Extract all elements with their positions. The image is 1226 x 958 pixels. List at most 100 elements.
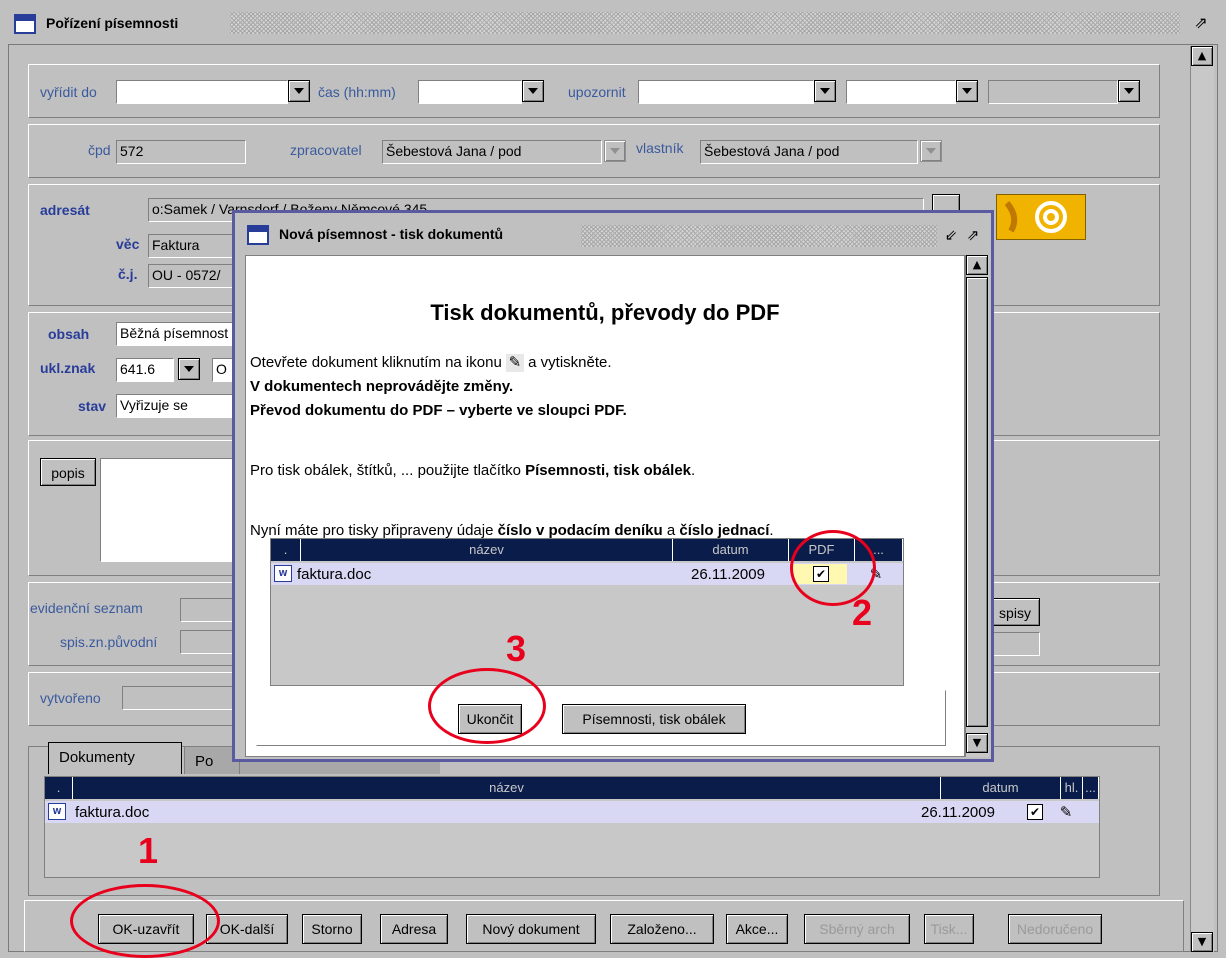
dialog-scrollbar[interactable]: ▲ ▼ — [965, 255, 989, 757]
instruction-line5-e: . — [769, 522, 774, 539]
restore-icon[interactable]: ⇙ — [941, 225, 961, 245]
table-row[interactable]: W faktura.doc 26.11.2009 ✔ ✎ — [45, 801, 1099, 823]
vyridit-dropdown[interactable] — [288, 80, 310, 102]
annotation-number-3: 3 — [506, 628, 527, 669]
stav-label: stav — [78, 398, 107, 414]
vlastnik-dropdown[interactable] — [920, 140, 942, 162]
obsah-label: obsah — [48, 326, 90, 342]
edit-pencil-icon: ✎ — [505, 354, 524, 373]
instruction-line4: Pro tisk obálek, štítků, ... použijte tl… — [250, 462, 695, 479]
popis-button[interactable]: popis — [40, 458, 96, 486]
window-title-bar: Pořízení písemnosti ⇗ — [0, 0, 1226, 46]
ukl-field[interactable]: 641.6 — [116, 358, 174, 382]
dialog-scroll-down-button[interactable]: ▼ — [966, 733, 988, 753]
spisy-button[interactable]: spisy — [990, 598, 1040, 626]
word-doc-icon[interactable]: W — [274, 565, 292, 582]
annotation-circle-1 — [70, 884, 220, 958]
evid-seznam-field — [180, 598, 240, 622]
instruction-line5-d: číslo jednací — [679, 522, 770, 539]
cj-label: č.j. — [118, 266, 138, 282]
spis-field — [180, 630, 240, 654]
upozornit-input[interactable] — [638, 80, 814, 104]
vyridit-label: vyřídit do — [40, 84, 97, 100]
extra-dropdown-1[interactable] — [956, 80, 978, 102]
stav-field[interactable]: Vyřizuje se — [116, 394, 238, 418]
dlg-doc-name: faktura.doc — [297, 566, 372, 583]
tab-dokumenty[interactable]: Dokumenty — [48, 742, 182, 774]
zalozeno-button[interactable]: Založeno... — [610, 914, 714, 944]
maximize-icon[interactable]: ⇗ — [1190, 13, 1212, 33]
print-documents-dialog: Nová písemnost - tisk dokumentů ⇙ ⇗ Tisk… — [232, 210, 994, 762]
dlg-doc-date: 26.11.2009 — [691, 566, 765, 583]
pisemnosti-tisk-obalek-button[interactable]: Písemnosti, tisk obálek — [562, 704, 746, 734]
akce-button[interactable]: Akce... — [726, 914, 788, 944]
vlastnik-label: vlastník — [636, 140, 684, 156]
instruction-line3: Převod dokumentu do PDF – vyberte ve slo… — [250, 402, 627, 419]
instruction-line4-c: . — [691, 462, 696, 479]
main-scrollbar[interactable]: ▲ ▼ — [1190, 46, 1214, 952]
novy-dokument-button[interactable]: Nový dokument — [466, 914, 596, 944]
maximize-icon[interactable]: ⇗ — [963, 225, 983, 245]
nedoruceno-button[interactable]: Nedoručeno — [1008, 914, 1102, 944]
annotation-number-2: 2 — [852, 592, 873, 633]
storno-button[interactable]: Storno — [302, 914, 362, 944]
dlg-col-date[interactable]: datum — [673, 539, 789, 561]
vec-field: Faktura — [148, 234, 238, 258]
title-bar-pattern — [230, 12, 1180, 34]
dialog-window-icon — [247, 225, 269, 245]
cpd-field: 572 — [116, 140, 246, 164]
extra-input-1[interactable] — [846, 80, 956, 104]
extra-dropdown-2[interactable] — [1118, 80, 1140, 102]
upozornit-dropdown[interactable] — [814, 80, 836, 102]
window-icon — [14, 14, 36, 34]
cas-label: čas (hh:mm) — [318, 84, 396, 100]
dialog-scroll-up-button[interactable]: ▲ — [966, 255, 988, 275]
instruction-line5: Nyní máte pro tisky připraveny údaje čís… — [250, 522, 774, 539]
vyridit-input[interactable] — [116, 80, 288, 104]
instruction-line4-b: Písemnosti, tisk obálek — [525, 462, 692, 479]
doc-col-dot: . — [45, 777, 73, 799]
vytvoreno-field — [122, 686, 240, 710]
dlg-col-name[interactable]: název — [301, 539, 673, 561]
window-title: Pořízení písemnosti — [46, 15, 179, 31]
tisk-button[interactable]: Tisk... — [924, 914, 974, 944]
dialog-heading: Tisk dokumentů, převody do PDF — [430, 300, 780, 325]
doc-hl-checkbox[interactable]: ✔ — [1027, 804, 1043, 820]
dialog-scroll-thumb[interactable] — [966, 277, 988, 727]
zpracovatel-dropdown[interactable] — [604, 140, 626, 162]
dlg-col-dot: . — [271, 539, 301, 561]
instruction-line5-b: číslo v podacím deníku — [497, 522, 663, 539]
cas-input[interactable] — [418, 80, 522, 104]
dialog-title: Nová písemnost - tisk dokumentů — [279, 226, 504, 242]
evid-seznam-label: evidenční seznam — [30, 600, 143, 616]
word-doc-icon[interactable]: W — [48, 803, 66, 820]
zpracovatel-label: zpracovatel — [290, 142, 362, 158]
spis-label: spis.zn.původní — [60, 634, 158, 650]
doc-col-date[interactable]: datum — [941, 777, 1061, 799]
instruction-line1-a: Otevřete dokument kliknutím na ikonu — [250, 354, 502, 371]
doc-date: 26.11.2009 — [921, 804, 995, 821]
obsah-field[interactable]: Běžná písemnost — [116, 322, 238, 346]
scroll-up-button[interactable]: ▲ — [1191, 46, 1213, 66]
popis-textarea[interactable] — [100, 458, 240, 562]
annotation-circle-3 — [428, 668, 546, 744]
documents-table: . název datum hl. ... W faktura.doc 26.1… — [44, 776, 1100, 878]
instruction-line4-a: Pro tisk obálek, štítků, ... použijte tl… — [250, 462, 521, 479]
doc-col-name[interactable]: název — [73, 777, 941, 799]
dialog-title-pattern — [581, 225, 937, 247]
cas-dropdown[interactable] — [522, 80, 544, 102]
sberny-arch-button[interactable]: Sběrný arch — [804, 914, 910, 944]
cpd-label: čpd — [88, 142, 111, 158]
dialog-body: Tisk dokumentů, převody do PDF Otevřete … — [245, 255, 965, 757]
ukl-dropdown[interactable] — [178, 358, 200, 380]
adresa-button[interactable]: Adresa — [380, 914, 448, 944]
edit-pencil-icon[interactable]: ✎ — [1057, 803, 1075, 821]
vytvoreno-label: vytvořeno — [40, 690, 101, 706]
dialog-title-bar: Nová písemnost - tisk dokumentů ⇙ ⇗ — [235, 213, 991, 255]
extra-input-2[interactable] — [988, 80, 1118, 104]
vec-label: věc — [116, 236, 140, 252]
annotation-number-1: 1 — [138, 830, 159, 871]
email-at-icon[interactable] — [996, 194, 1086, 240]
doc-col-hl[interactable]: hl. — [1061, 777, 1083, 799]
scroll-down-button[interactable]: ▼ — [1191, 932, 1213, 952]
